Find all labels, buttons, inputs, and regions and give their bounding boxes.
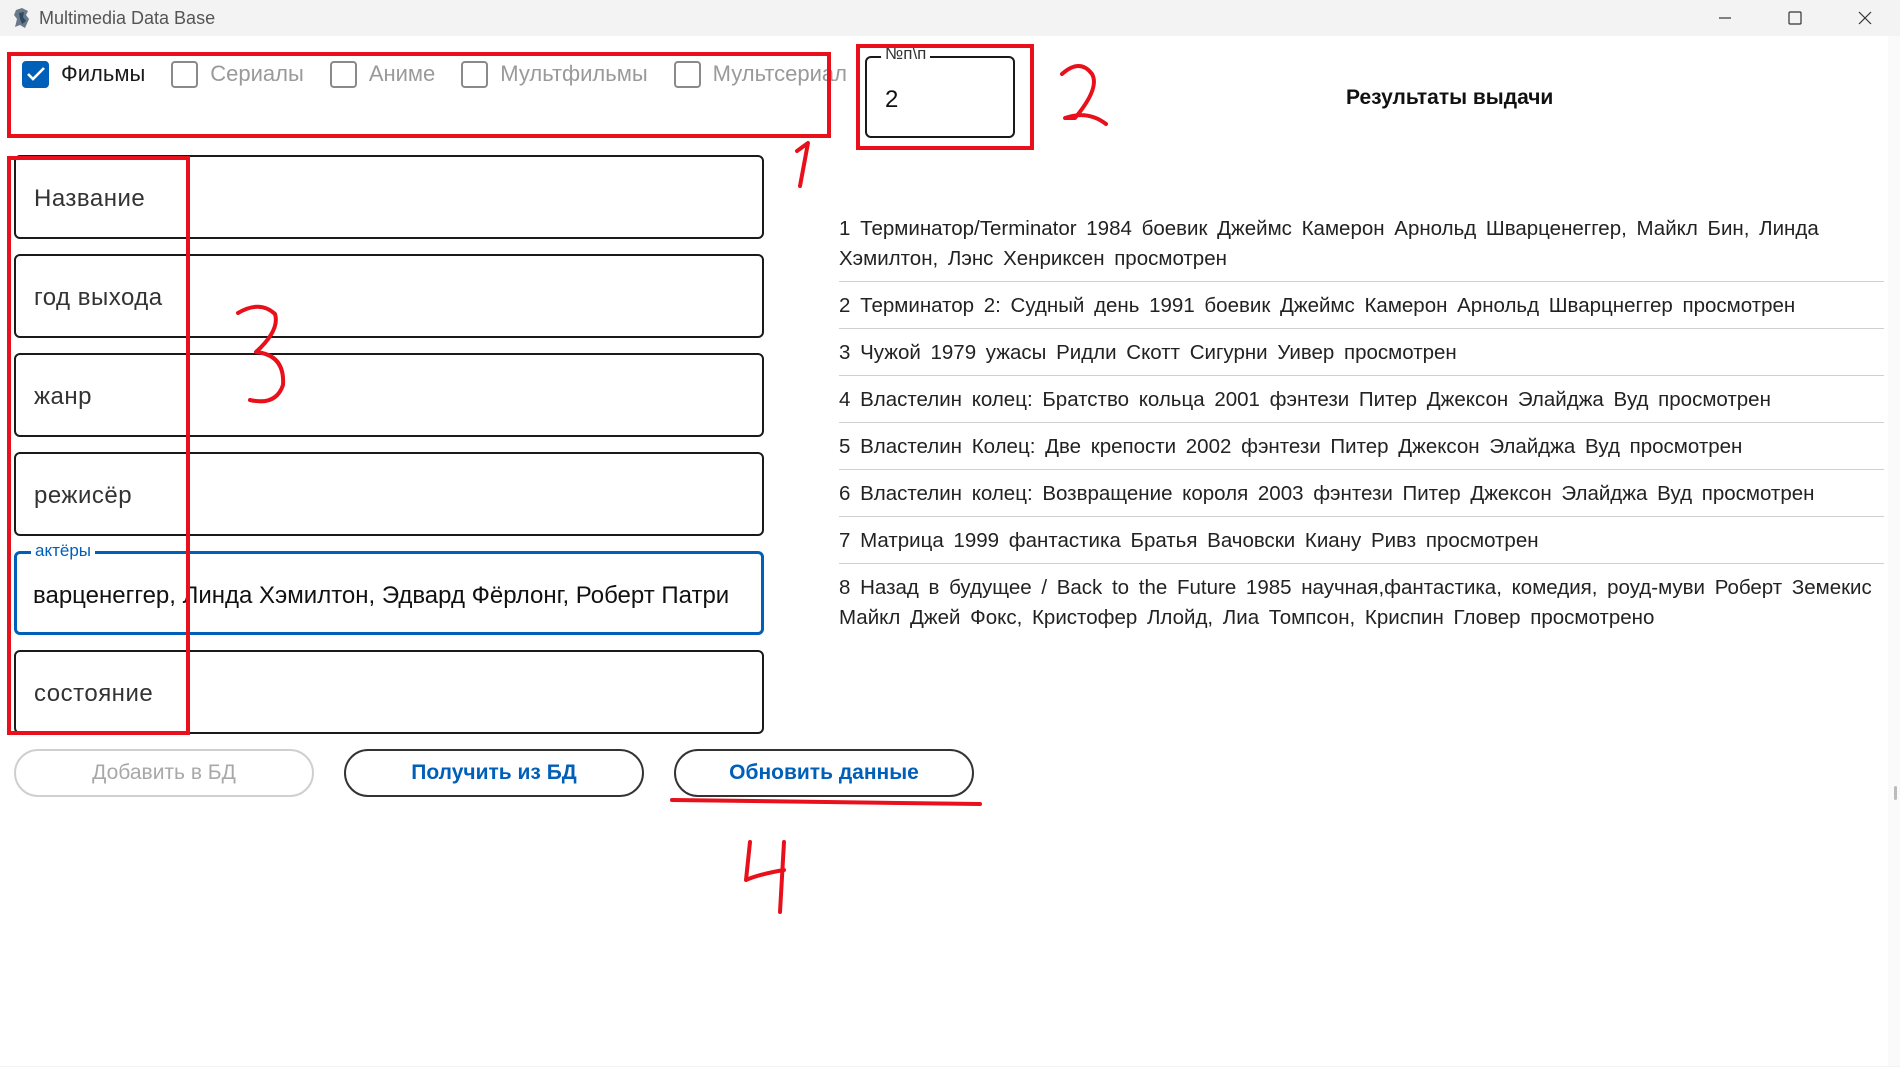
get-from-db-button[interactable]: Получить из БД [344,749,644,797]
add-to-db-button[interactable]: Добавить в БД [14,749,314,797]
update-data-button[interactable]: Обновить данные [674,749,974,797]
result-item: 7 Матрица 1999 фантастика Братья Вачовск… [839,524,1884,564]
maximize-button[interactable] [1760,0,1830,36]
result-item: 5 Властелин Колец: Две крепости 2002 фэн… [839,430,1884,470]
close-icon [1858,11,1872,25]
minimize-icon [1719,17,1731,19]
scrollbar-thumb[interactable] [1894,786,1897,800]
annotation-box-2 [856,44,1034,150]
result-item: 8 Назад в будущее / Back to the Future 1… [839,576,1872,629]
minimize-button[interactable] [1690,0,1760,36]
result-item: 4 Властелин колец: Братство кольца 2001 … [839,383,1884,423]
result-item: 3 Чужой 1979 ужасы Ридли Скотт Сигурни У… [839,336,1884,376]
result-item: 6 Властелин колец: Возвращение короля 20… [839,477,1884,517]
window-controls [1690,0,1900,36]
result-item: 2 Терминатор 2: Судный день 1991 боевик … [839,289,1884,329]
scrollbar[interactable] [1888,36,1900,1066]
title-bar: Multimedia Data Base [0,0,1900,36]
results-list: 1 Терминатор/Terminator 1984 боевик Джей… [839,212,1884,647]
annotation-box-3 [7,156,190,735]
results-title: Результаты выдачи [1346,86,1554,109]
app-icon [11,7,33,29]
close-button[interactable] [1830,0,1900,36]
window-title: Multimedia Data Base [39,7,216,28]
result-item: 1 Терминатор/Terminator 1984 боевик Джей… [839,212,1884,282]
annotation-box-1 [7,52,831,138]
maximize-icon [1788,11,1802,25]
